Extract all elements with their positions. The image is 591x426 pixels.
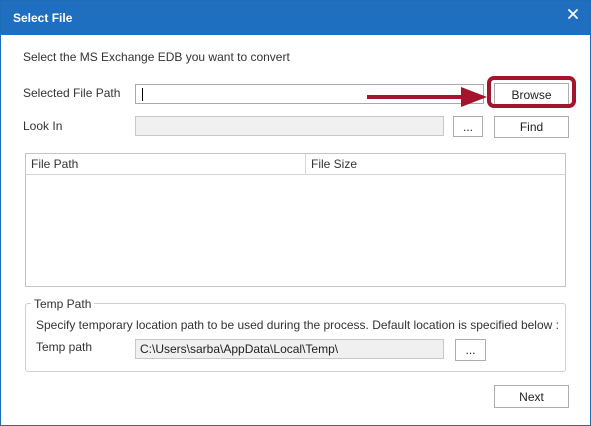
dialog-content: Select the MS Exchange EDB you want to c… [1, 35, 590, 425]
temp-path-input[interactable]: C:\Users\sarba\AppData\Local\Temp\ [135, 339, 444, 359]
column-file-size[interactable]: File Size [306, 154, 565, 174]
look-in-browse-button[interactable]: ... [453, 116, 483, 137]
dialog-title: Select File [13, 11, 73, 25]
file-list[interactable]: File Path File Size [25, 153, 566, 287]
temp-path-browse-button[interactable]: ... [455, 339, 486, 361]
next-button[interactable]: Next [494, 385, 569, 408]
column-file-path[interactable]: File Path [26, 154, 305, 174]
instruction-text: Select the MS Exchange EDB you want to c… [23, 50, 290, 64]
close-icon [568, 9, 578, 19]
temp-path-group [25, 303, 566, 372]
close-button[interactable] [556, 1, 590, 27]
look-in-label: Look In [23, 119, 63, 133]
title-bar: Select File [1, 1, 590, 35]
select-file-dialog: Select File Select the MS Exchange EDB y… [0, 0, 591, 426]
arrow-right-icon [367, 87, 487, 107]
find-button[interactable]: Find [494, 116, 569, 138]
selected-file-path-label: Selected File Path [23, 86, 121, 100]
look-in-input[interactable] [135, 116, 444, 136]
temp-path-group-title: Temp Path [31, 297, 95, 311]
temp-path-description: Specify temporary location path to be us… [36, 318, 559, 332]
temp-path-label: Temp path [36, 340, 93, 354]
text-caret [142, 88, 143, 101]
file-list-header: File Path File Size [26, 154, 565, 175]
browse-highlight-box [487, 76, 576, 108]
